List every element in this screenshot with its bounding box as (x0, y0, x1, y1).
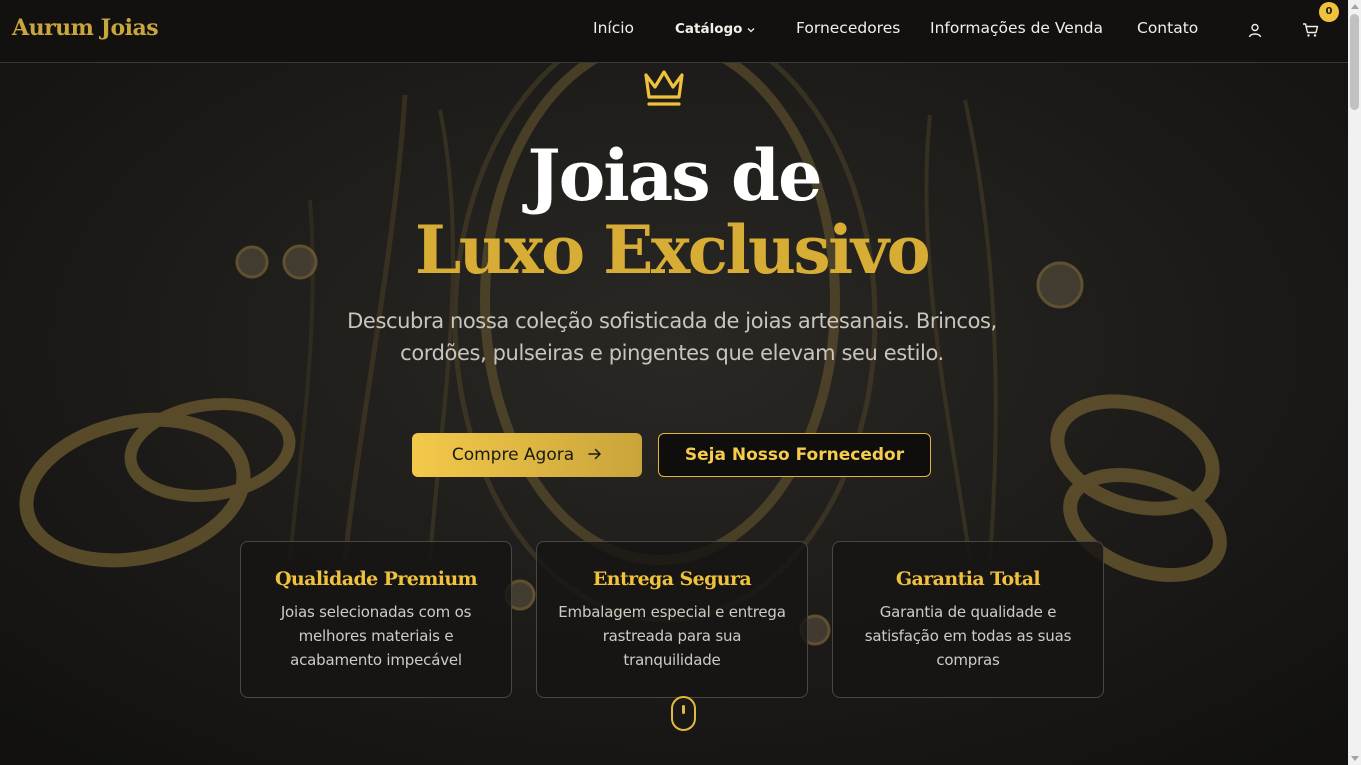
hero-section: Joias de Luxo Exclusivo Descubra nossa c… (0, 62, 1348, 765)
chevron-down-icon (747, 21, 755, 37)
site-logo[interactable]: Aurum Joias (12, 15, 159, 41)
cart-count-badge: 0 (1319, 2, 1339, 22)
hero-title-line1: Joias de (527, 134, 822, 217)
feature-card-text: Embalagem especial e entrega rastreada p… (558, 603, 786, 669)
hero-subtitle: Descubra nossa coleção sofisticada de jo… (347, 309, 997, 365)
feature-card-text: Garantia de qualidade e satisfação em to… (864, 603, 1072, 669)
mouse-wheel (682, 705, 685, 714)
feature-card-qualidade: Qualidade Premium Joias selecionadas com… (240, 541, 512, 698)
nav-contato[interactable]: Contato (1137, 19, 1198, 37)
user-icon[interactable] (1248, 23, 1262, 42)
feature-card-entrega: Entrega Segura Embalagem especial e entr… (536, 541, 808, 698)
page-scrollbar[interactable] (1348, 0, 1361, 765)
feature-card-garantia: Garantia Total Garantia de qualidade e s… (832, 541, 1104, 698)
scrollbar-thumb[interactable] (1350, 14, 1359, 110)
seja-fornecedor-label: Seja Nosso Fornecedor (684, 445, 905, 465)
feature-card-title: Qualidade Premium (274, 568, 478, 590)
feature-card-title: Entrega Segura (592, 568, 752, 590)
seja-fornecedor-button[interactable]: Seja Nosso Fornecedor (658, 433, 931, 477)
cart-icon[interactable] (1302, 22, 1319, 42)
compre-agora-label: Compre Agora (451, 445, 575, 465)
scroll-up-arrow-icon[interactable] (1351, 4, 1359, 9)
arrow-right-icon (588, 445, 602, 465)
scroll-down-arrow-icon[interactable] (1351, 756, 1359, 761)
crown-icon (642, 67, 686, 111)
compre-agora-button[interactable]: Compre Agora (412, 433, 642, 477)
nav-fornecedores[interactable]: Fornecedores (796, 19, 900, 37)
nav-catalogo-label: Catálogo (675, 21, 743, 37)
feature-card-text: Joias selecionadas com os melhores mater… (280, 603, 472, 669)
nav-inicio[interactable]: Início (593, 19, 634, 37)
site-header: Aurum Joias Início Catálogo Fornecedores… (0, 0, 1348, 63)
mouse-scroll-icon[interactable] (671, 696, 696, 731)
hero-title-line2: Luxo Exclusivo (414, 211, 931, 289)
feature-card-title: Garantia Total (895, 568, 1041, 590)
nav-catalogo[interactable]: Catálogo (675, 21, 755, 37)
nav-informacoes-de-venda[interactable]: Informações de Venda (930, 19, 1103, 37)
